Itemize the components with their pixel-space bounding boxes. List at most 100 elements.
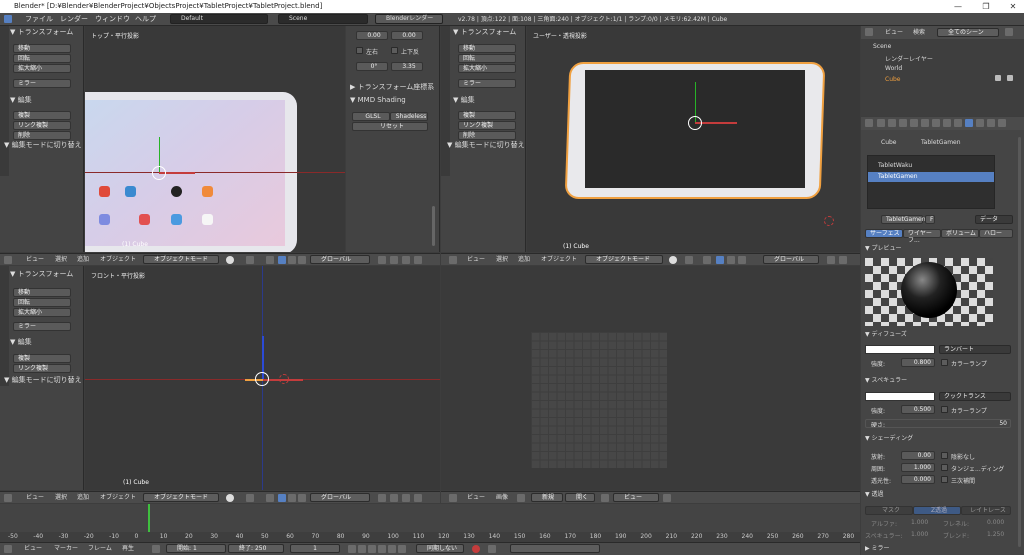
eye-icon[interactable] [995,75,1001,81]
search-icon[interactable] [1005,28,1013,36]
timeline[interactable]: -50 -40 -30 -20 -10 0 10 20 30 40 50 60 70 80 90 100 110… [0,504,860,542]
alpha-field[interactable]: 1.000 [911,519,928,526]
menu-help[interactable]: ヘルプ [135,13,156,26]
layer-icon[interactable] [402,494,410,502]
hardness-field[interactable]: 50 [865,419,1011,428]
scrollbar[interactable] [432,206,435,246]
jump-start-icon[interactable] [348,545,356,553]
menu-object[interactable]: オブジェクト [100,254,136,266]
editmode-header[interactable]: ▼ 編集モードに切り替え [447,141,525,149]
cursor-icon[interactable] [1007,75,1013,81]
menu-add[interactable]: 追加 [77,254,89,266]
outliner-menu-search[interactable]: 検索 [913,26,925,39]
constraints-tab-icon[interactable] [932,119,940,127]
shading-icon[interactable] [226,256,234,264]
layer-icon[interactable] [414,494,422,502]
menu-select[interactable]: 選択 [55,492,67,504]
tool-tabs[interactable] [0,266,9,386]
scene-tab-icon[interactable] [899,119,907,127]
transform-orientation-header[interactable]: ▶ トランスフォーム座標系 [350,83,434,91]
material-tab-icon[interactable] [965,119,973,127]
tab-wire[interactable]: ワイヤーフ... [903,229,941,244]
mode-select[interactable]: オブジェクトモード [143,493,219,502]
link-duplicate-button[interactable]: リンク複製 [458,121,516,130]
editor-type-icon[interactable] [449,256,457,264]
screen-layout-field[interactable]: Default [170,14,268,24]
move-button[interactable]: 移動 [13,288,71,297]
transparency-raytrace[interactable]: レイトレース [961,506,1011,515]
scene-field[interactable]: Scene [278,14,368,24]
fresnel-field[interactable]: 0.000 [987,519,1004,526]
link-data-select[interactable]: データ [975,215,1013,224]
layer-icon[interactable] [402,256,410,264]
rotate-icon[interactable] [727,256,735,264]
menu-window[interactable]: ウィンドウ [95,13,130,26]
mmd-shading-header[interactable]: ▼ MMD Shading [350,96,406,104]
rotate-icon[interactable] [288,494,296,502]
emit-field[interactable]: 0.00 [901,451,935,460]
layers-tab-icon[interactable] [888,119,896,127]
particles-tab-icon[interactable] [987,119,995,127]
rotate-button[interactable]: 回転 [13,298,71,307]
render-engine-select[interactable]: Blenderレンダー [375,14,443,24]
physics-tab-icon[interactable] [998,119,1006,127]
pivot-icon[interactable] [246,494,254,502]
shading-icon[interactable] [226,494,234,502]
viewport-user-persp[interactable]: ユーザー・透視投影 (1) Cube [527,26,860,252]
shadeless-button[interactable]: Shadeless [390,112,428,121]
edit-header[interactable]: ▼ 編集 [453,96,475,104]
menu-add[interactable]: 追加 [518,254,530,266]
layer-icon[interactable] [390,256,398,264]
delete-button[interactable]: 削除 [13,131,71,140]
translate-icon[interactable] [716,256,724,264]
specular-intensity-field[interactable]: 0.500 [901,405,935,414]
orientation-select[interactable]: グローバル [763,255,819,264]
duplicate-button[interactable]: 複製 [13,354,71,363]
menu-playback[interactable]: 再生 [122,543,134,555]
edit-header[interactable]: ▼ 編集 [10,96,32,104]
menu-object[interactable]: オブジェクト [541,254,577,266]
properties-scrollbar[interactable] [1018,137,1021,547]
transform-header[interactable]: ▼ トランスフォーム [10,270,73,278]
editmode-header[interactable]: ▼ 編集モードに切り替え [4,376,82,384]
value-field-4[interactable]: 3.35 [391,62,423,71]
shading-header[interactable]: ▼ シェーディング [865,435,913,443]
transparency-mask[interactable]: マスク [865,506,913,515]
tab-volume[interactable]: ボリューム [941,229,979,238]
transparency-header[interactable]: ▼ 透過 [865,491,884,499]
editor-type-icon[interactable] [865,119,873,127]
menu-render[interactable]: レンダー [60,13,88,26]
menu-view[interactable]: ビュー [467,492,485,504]
tab-surface[interactable]: サーフェス [865,229,903,238]
manipulator-icon[interactable] [703,256,711,264]
specular-color[interactable] [865,392,935,401]
diffuse-intensity-field[interactable]: 0.800 [901,358,935,367]
specular-shader-select[interactable]: クックトランス [939,392,1011,401]
outliner-item-scene[interactable]: Scene [873,43,891,50]
scale-icon[interactable] [738,256,746,264]
uv-grid[interactable] [531,332,667,468]
close-button[interactable]: ✕ [1000,0,1024,13]
layer-icon[interactable] [378,256,386,264]
mirror-button[interactable]: ミラー [13,322,71,331]
edit-header[interactable]: ▼ 編集 [10,338,32,346]
outliner-menu-view[interactable]: ビュー [885,26,903,39]
lr-checkbox[interactable] [356,47,363,54]
world-tab-icon[interactable] [910,119,918,127]
3d-cursor[interactable] [688,116,702,130]
outliner-item-world[interactable]: World [885,65,902,72]
blend-field[interactable]: 1.250 [987,531,1004,538]
data-tab-icon[interactable] [954,119,962,127]
material-name-field[interactable]: TabletGamen [881,215,926,224]
object-origin[interactable] [279,374,289,384]
mirror-header[interactable]: ▶ ミラー [865,545,890,553]
editmode-header[interactable]: ▼ 編集モードに切り替え [4,141,82,149]
manipulator-icon[interactable] [266,494,274,502]
editor-type-icon[interactable] [4,15,12,23]
menu-file[interactable]: ファイル [25,13,53,26]
scale-icon[interactable] [298,494,306,502]
layer-icon[interactable] [827,256,835,264]
move-button[interactable]: 移動 [458,44,516,53]
value-field-3[interactable]: 0° [356,62,388,71]
mode-select[interactable]: オブジェクトモード [585,255,663,264]
